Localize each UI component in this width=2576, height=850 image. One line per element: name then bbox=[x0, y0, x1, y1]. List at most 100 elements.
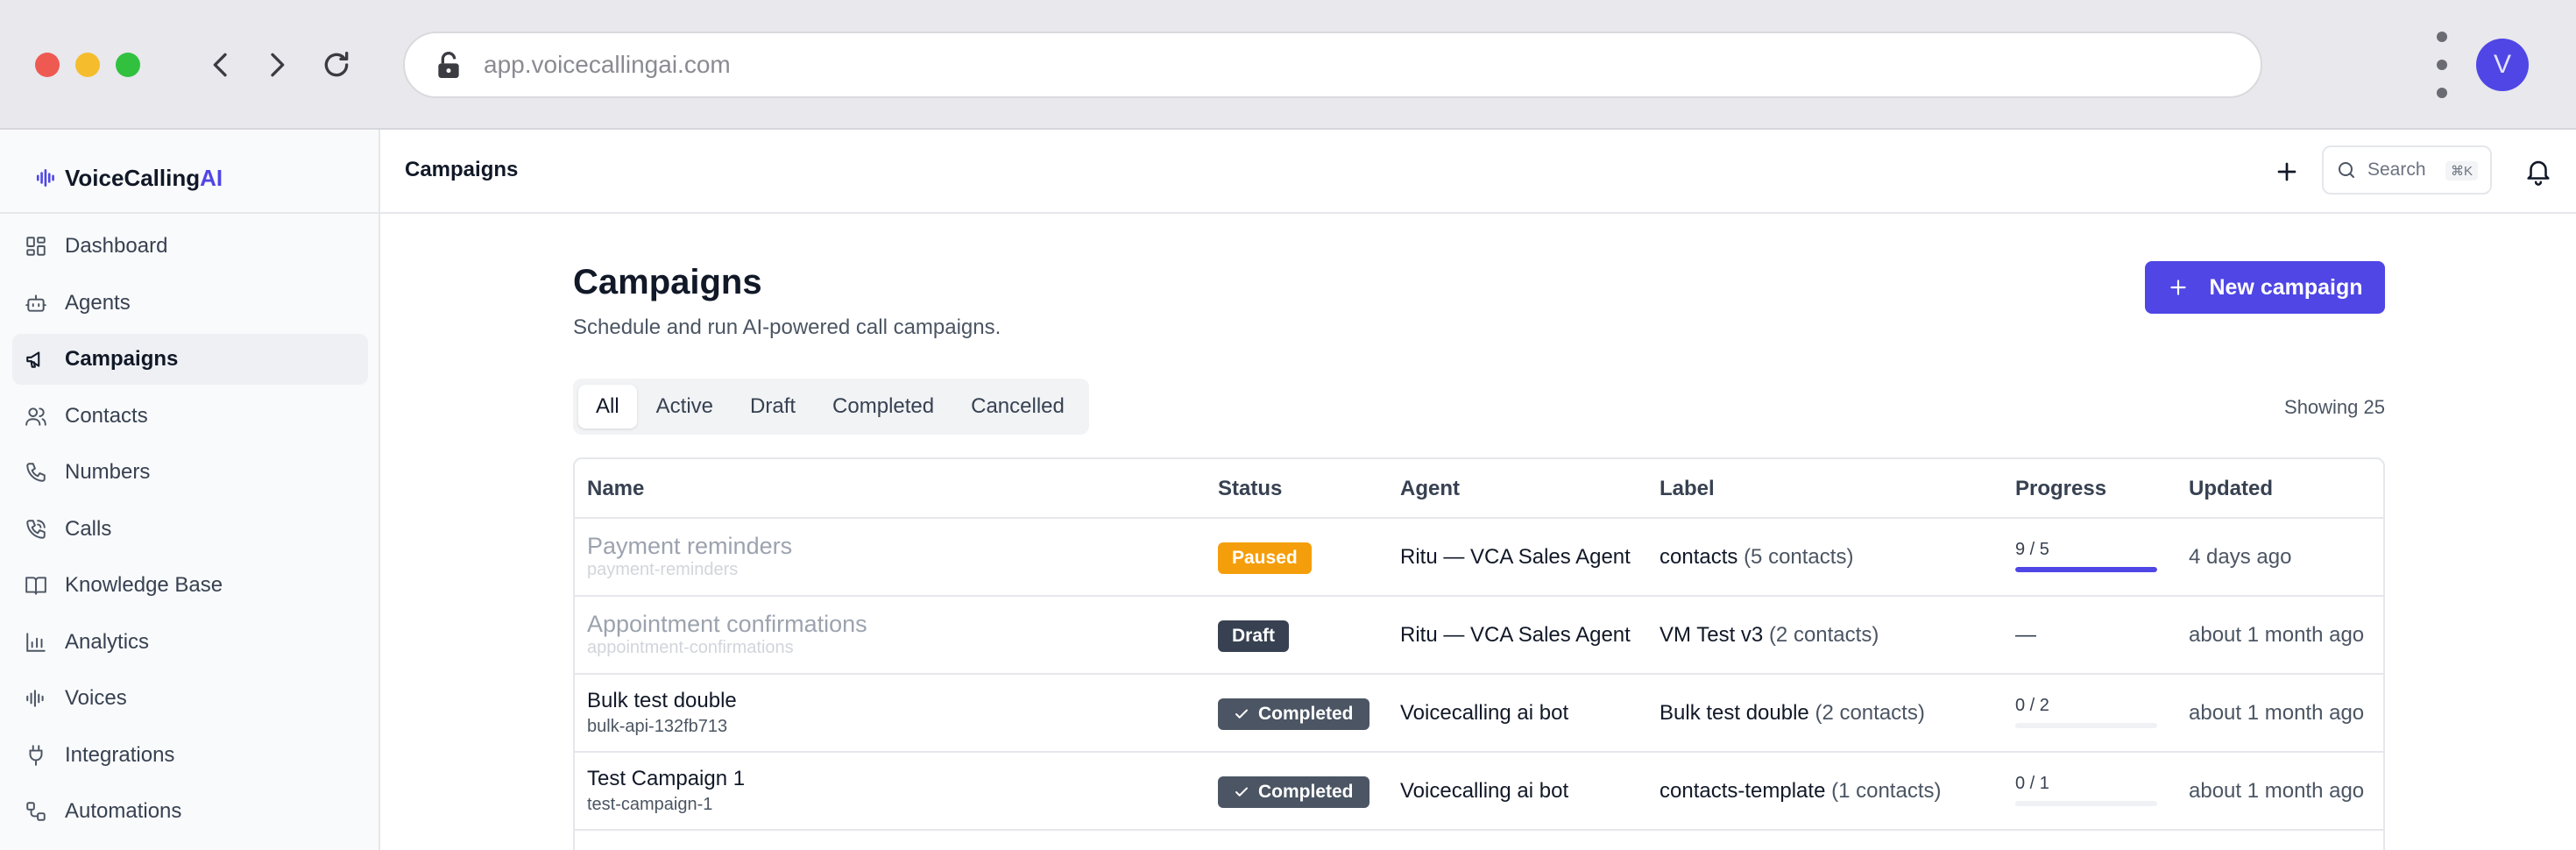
campaigns-table: Name Status Agent Label Progress Updated… bbox=[573, 457, 2385, 850]
status-badge: Completed bbox=[1218, 776, 1369, 808]
agent-name: Voicecalling ai bot bbox=[1400, 701, 1569, 725]
table-row[interactable]: Test Campaign 1 test-campaign-1 Complete… bbox=[575, 753, 2383, 831]
tab-all[interactable]: All bbox=[578, 385, 637, 429]
status-badge: Completed bbox=[1218, 698, 1369, 730]
top-bar: Campaigns Search ⌘K bbox=[380, 130, 2576, 214]
label-name: VM Test v3 bbox=[1660, 623, 1764, 647]
search-button[interactable]: Search ⌘K bbox=[2322, 145, 2492, 195]
chevron-left-icon bbox=[213, 53, 227, 77]
forward-button[interactable] bbox=[256, 44, 298, 86]
column-header-name[interactable]: Name bbox=[587, 477, 644, 501]
agent-name: Voicecalling ai bot bbox=[1400, 779, 1569, 803]
progress-bar bbox=[2015, 567, 2157, 572]
sidebar-item-label: Numbers bbox=[65, 460, 151, 484]
label-name: Bulk test double bbox=[1660, 701, 1809, 725]
sidebar-item-label: Integrations bbox=[65, 742, 175, 767]
sidebar: VoiceCalling AI Dashboard Agents Campaign… bbox=[0, 130, 380, 850]
sidebar-item-agents[interactable]: Agents bbox=[12, 278, 368, 329]
bar-chart-icon bbox=[26, 632, 46, 652]
maximize-window-button[interactable] bbox=[116, 53, 140, 77]
progress-text: 0 / 2 bbox=[2015, 696, 2049, 715]
campaign-name[interactable]: Appointment confirmations bbox=[587, 611, 867, 638]
progress-cell: 0 / 1 bbox=[2015, 774, 2157, 806]
updated-time: 4 days ago bbox=[2189, 545, 2292, 569]
audio-waveform-icon bbox=[26, 690, 44, 707]
sidebar-item-knowledge-base[interactable]: Knowledge Base bbox=[12, 560, 368, 611]
column-header-updated[interactable]: Updated bbox=[2189, 477, 2273, 501]
status-badge: Paused bbox=[1218, 542, 1312, 574]
phone-icon bbox=[26, 463, 46, 482]
sidebar-item-label: Automations bbox=[65, 799, 182, 823]
tab-active[interactable]: Active bbox=[639, 385, 731, 429]
divider bbox=[0, 212, 379, 214]
minimize-window-button[interactable] bbox=[75, 53, 100, 77]
sidebar-item-numbers[interactable]: Numbers bbox=[12, 447, 368, 498]
workflow-icon bbox=[26, 802, 46, 821]
tab-cancelled[interactable]: Cancelled bbox=[953, 385, 1082, 429]
label-cell: contacts (5 contacts) bbox=[1660, 545, 1853, 570]
campaign-name[interactable]: Test Campaign 1 bbox=[587, 767, 745, 791]
campaign-name[interactable]: Payment reminders bbox=[587, 533, 792, 560]
users-icon bbox=[25, 407, 46, 426]
label-name: contacts-template bbox=[1660, 779, 1826, 803]
progress-empty: — bbox=[2015, 623, 2036, 647]
back-button[interactable] bbox=[200, 44, 242, 86]
sidebar-item-label: Contacts bbox=[65, 403, 148, 428]
updated-time: about 1 month ago bbox=[2189, 701, 2365, 725]
status-cell: Completed bbox=[1218, 776, 1369, 808]
sidebar-item-integrations[interactable]: Integrations bbox=[12, 730, 368, 781]
profile-avatar[interactable]: V bbox=[2476, 39, 2529, 91]
reload-button[interactable] bbox=[315, 44, 357, 86]
column-header-label[interactable]: Label bbox=[1660, 477, 1715, 501]
new-campaign-button[interactable]: New campaign bbox=[2145, 261, 2385, 314]
campaign-slug: test-campaign-1 bbox=[587, 795, 713, 814]
sidebar-item-label: Campaigns bbox=[65, 347, 179, 371]
table-header: Name Status Agent Label Progress Updated bbox=[575, 459, 2383, 519]
lock-icon bbox=[438, 52, 459, 78]
progress-text: 9 / 5 bbox=[2015, 540, 2049, 559]
column-header-progress[interactable]: Progress bbox=[2015, 477, 2106, 501]
label-cell: Bulk test double (2 contacts) bbox=[1660, 701, 1925, 726]
address-bar[interactable]: app.voicecallingai.com bbox=[403, 32, 2262, 98]
tab-completed[interactable]: Completed bbox=[815, 385, 952, 429]
menu-dot-icon bbox=[2437, 88, 2447, 98]
sidebar-item-automations[interactable]: Automations bbox=[12, 786, 368, 837]
sidebar-item-campaigns[interactable]: Campaigns bbox=[12, 334, 368, 385]
browser-menu-button[interactable] bbox=[2429, 32, 2455, 98]
tab-draft[interactable]: Draft bbox=[732, 385, 813, 429]
table-row[interactable]: Payment reminders payment-reminders Paus… bbox=[575, 519, 2383, 597]
sidebar-item-calls[interactable]: Calls bbox=[12, 504, 368, 555]
agent-name: Ritu — VCA Sales Agent bbox=[1400, 545, 1631, 569]
progress-text: 0 / 1 bbox=[2015, 774, 2049, 793]
sidebar-item-label: Calls bbox=[65, 516, 112, 541]
sidebar-item-voices[interactable]: Voices bbox=[12, 673, 368, 724]
breadcrumb: Campaigns bbox=[405, 158, 519, 181]
campaign-slug: payment-reminders bbox=[587, 560, 739, 579]
url-text: app.voicecallingai.com bbox=[484, 51, 731, 78]
label-name: contacts bbox=[1660, 545, 1738, 569]
sidebar-item-dashboard[interactable]: Dashboard bbox=[12, 221, 368, 272]
check-icon bbox=[1235, 709, 1248, 719]
search-shortcut: ⌘K bbox=[2445, 161, 2478, 181]
bell-icon[interactable] bbox=[2523, 156, 2553, 186]
column-header-status[interactable]: Status bbox=[1218, 477, 1282, 501]
sidebar-item-analytics[interactable]: Analytics bbox=[12, 617, 368, 668]
column-header-agent[interactable]: Agent bbox=[1400, 477, 1460, 501]
close-window-button[interactable] bbox=[35, 53, 60, 77]
campaign-name[interactable]: Bulk test double bbox=[587, 689, 737, 713]
search-icon bbox=[2339, 162, 2354, 178]
progress-cell: 9 / 5 bbox=[2015, 540, 2157, 572]
label-count: (2 contacts) bbox=[1768, 623, 1879, 647]
table-row[interactable]: Bulk test double bulk-api-132fb713 Compl… bbox=[575, 675, 2383, 753]
campaign-name-cell: Appointment confirmations appointment-co… bbox=[587, 611, 867, 658]
sidebar-item-contacts[interactable]: Contacts bbox=[12, 391, 368, 442]
reload-icon bbox=[324, 52, 349, 77]
brand-logo[interactable]: VoiceCalling AI bbox=[35, 156, 223, 200]
plus-icon[interactable] bbox=[2271, 156, 2303, 188]
results-count: Showing 25 bbox=[2284, 396, 2385, 418]
table-row[interactable]: Appointment confirmations appointment-co… bbox=[575, 597, 2383, 675]
campaign-slug: bulk-api-132fb713 bbox=[587, 717, 728, 736]
status-text: Completed bbox=[1258, 704, 1354, 724]
phone-call-icon bbox=[26, 519, 46, 539]
label-count: (5 contacts) bbox=[1744, 545, 1854, 569]
